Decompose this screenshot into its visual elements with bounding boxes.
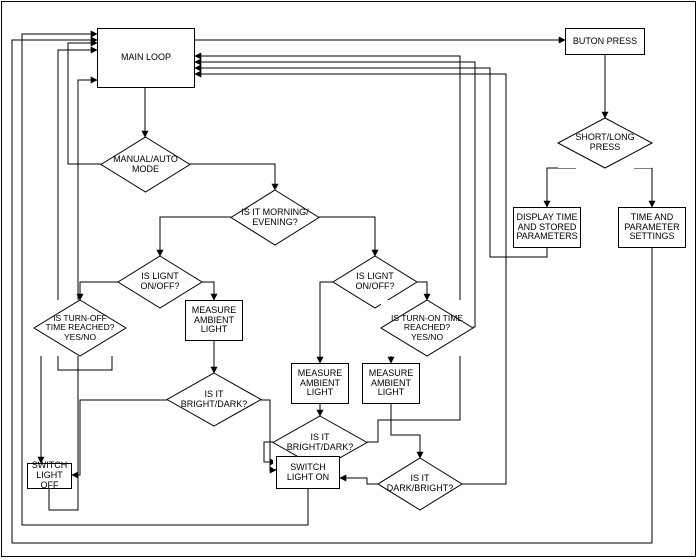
- label: MEASURE AMBIENT LIGHT: [188, 306, 240, 336]
- node-measure-right: MEASURE AMBIENT LIGHT: [362, 363, 420, 404]
- label: IS IT MORNING/ EVENING?: [241, 208, 309, 228]
- node-measure-mid: MEASURE AMBIENT LIGHT: [291, 363, 349, 404]
- node-turnon-reached: IS TURN-ON TIME REACHED? YES/NO: [381, 300, 473, 356]
- node-bright-dark1: IS IT BRIGHT/DARK?: [167, 373, 261, 426]
- node-turnoff-reached: IS TURN-OFF TIME REACHED? YES/NO: [34, 300, 126, 356]
- label: DISPLAY TIME AND STORED PARAMETERS: [516, 213, 578, 243]
- node-switch-off: SWITCH LIGHT OFF: [27, 463, 72, 489]
- node-manual-auto: MANUAL/AUTO MODE: [101, 137, 190, 192]
- label: SWITCH LIGHT ON: [279, 463, 337, 483]
- label: IS IT BRIGHT/DARK?: [283, 433, 357, 453]
- label: MANUAL/AUTO MODE: [111, 155, 180, 175]
- node-is-morning: IS IT MORNING/ EVENING?: [231, 190, 319, 245]
- node-short-long-press: SHORT/LONG PRESS: [558, 118, 652, 168]
- node-main-loop: MAIN LOOP: [97, 28, 195, 88]
- node-dark-bright: IS IT DARK/BRIGHT?: [378, 458, 462, 510]
- label: MEASURE AMBIENT LIGHT: [365, 369, 417, 399]
- label: IS LIGNT ON/OFF?: [343, 272, 407, 292]
- label: IS IT BRIGHT/DARK?: [177, 390, 251, 410]
- node-switch-on: SWITCH LIGHT ON: [276, 456, 340, 489]
- label: IS TURN-ON TIME REACHED? YES/NO: [391, 314, 463, 342]
- node-time-settings: TIME AND PARAMETER SETTINGS: [618, 207, 686, 248]
- label: IS IT DARK/BRIGHT?: [387, 474, 454, 494]
- node-measure-left: MEASURE AMBIENT LIGHT: [185, 300, 243, 341]
- label: BUTON PRESS: [573, 37, 637, 47]
- label: MEASURE AMBIENT LIGHT: [294, 369, 346, 399]
- label: MAIN LOOP: [121, 53, 171, 63]
- label: IS LIGNT ON/OFF?: [128, 272, 192, 292]
- node-button-press: BUTON PRESS: [565, 28, 645, 55]
- label: SWITCH LIGHT OFF: [30, 461, 69, 491]
- flowchart-canvas: MAIN LOOP BUTON PRESS SHORT/LONG PRESS D…: [0, 0, 699, 560]
- label: TIME AND PARAMETER SETTINGS: [621, 213, 683, 243]
- node-display-time: DISPLAY TIME AND STORED PARAMETERS: [513, 207, 581, 248]
- label: SHORT/LONG PRESS: [568, 133, 642, 153]
- label: IS TURN-OFF TIME REACHED? YES/NO: [44, 314, 116, 342]
